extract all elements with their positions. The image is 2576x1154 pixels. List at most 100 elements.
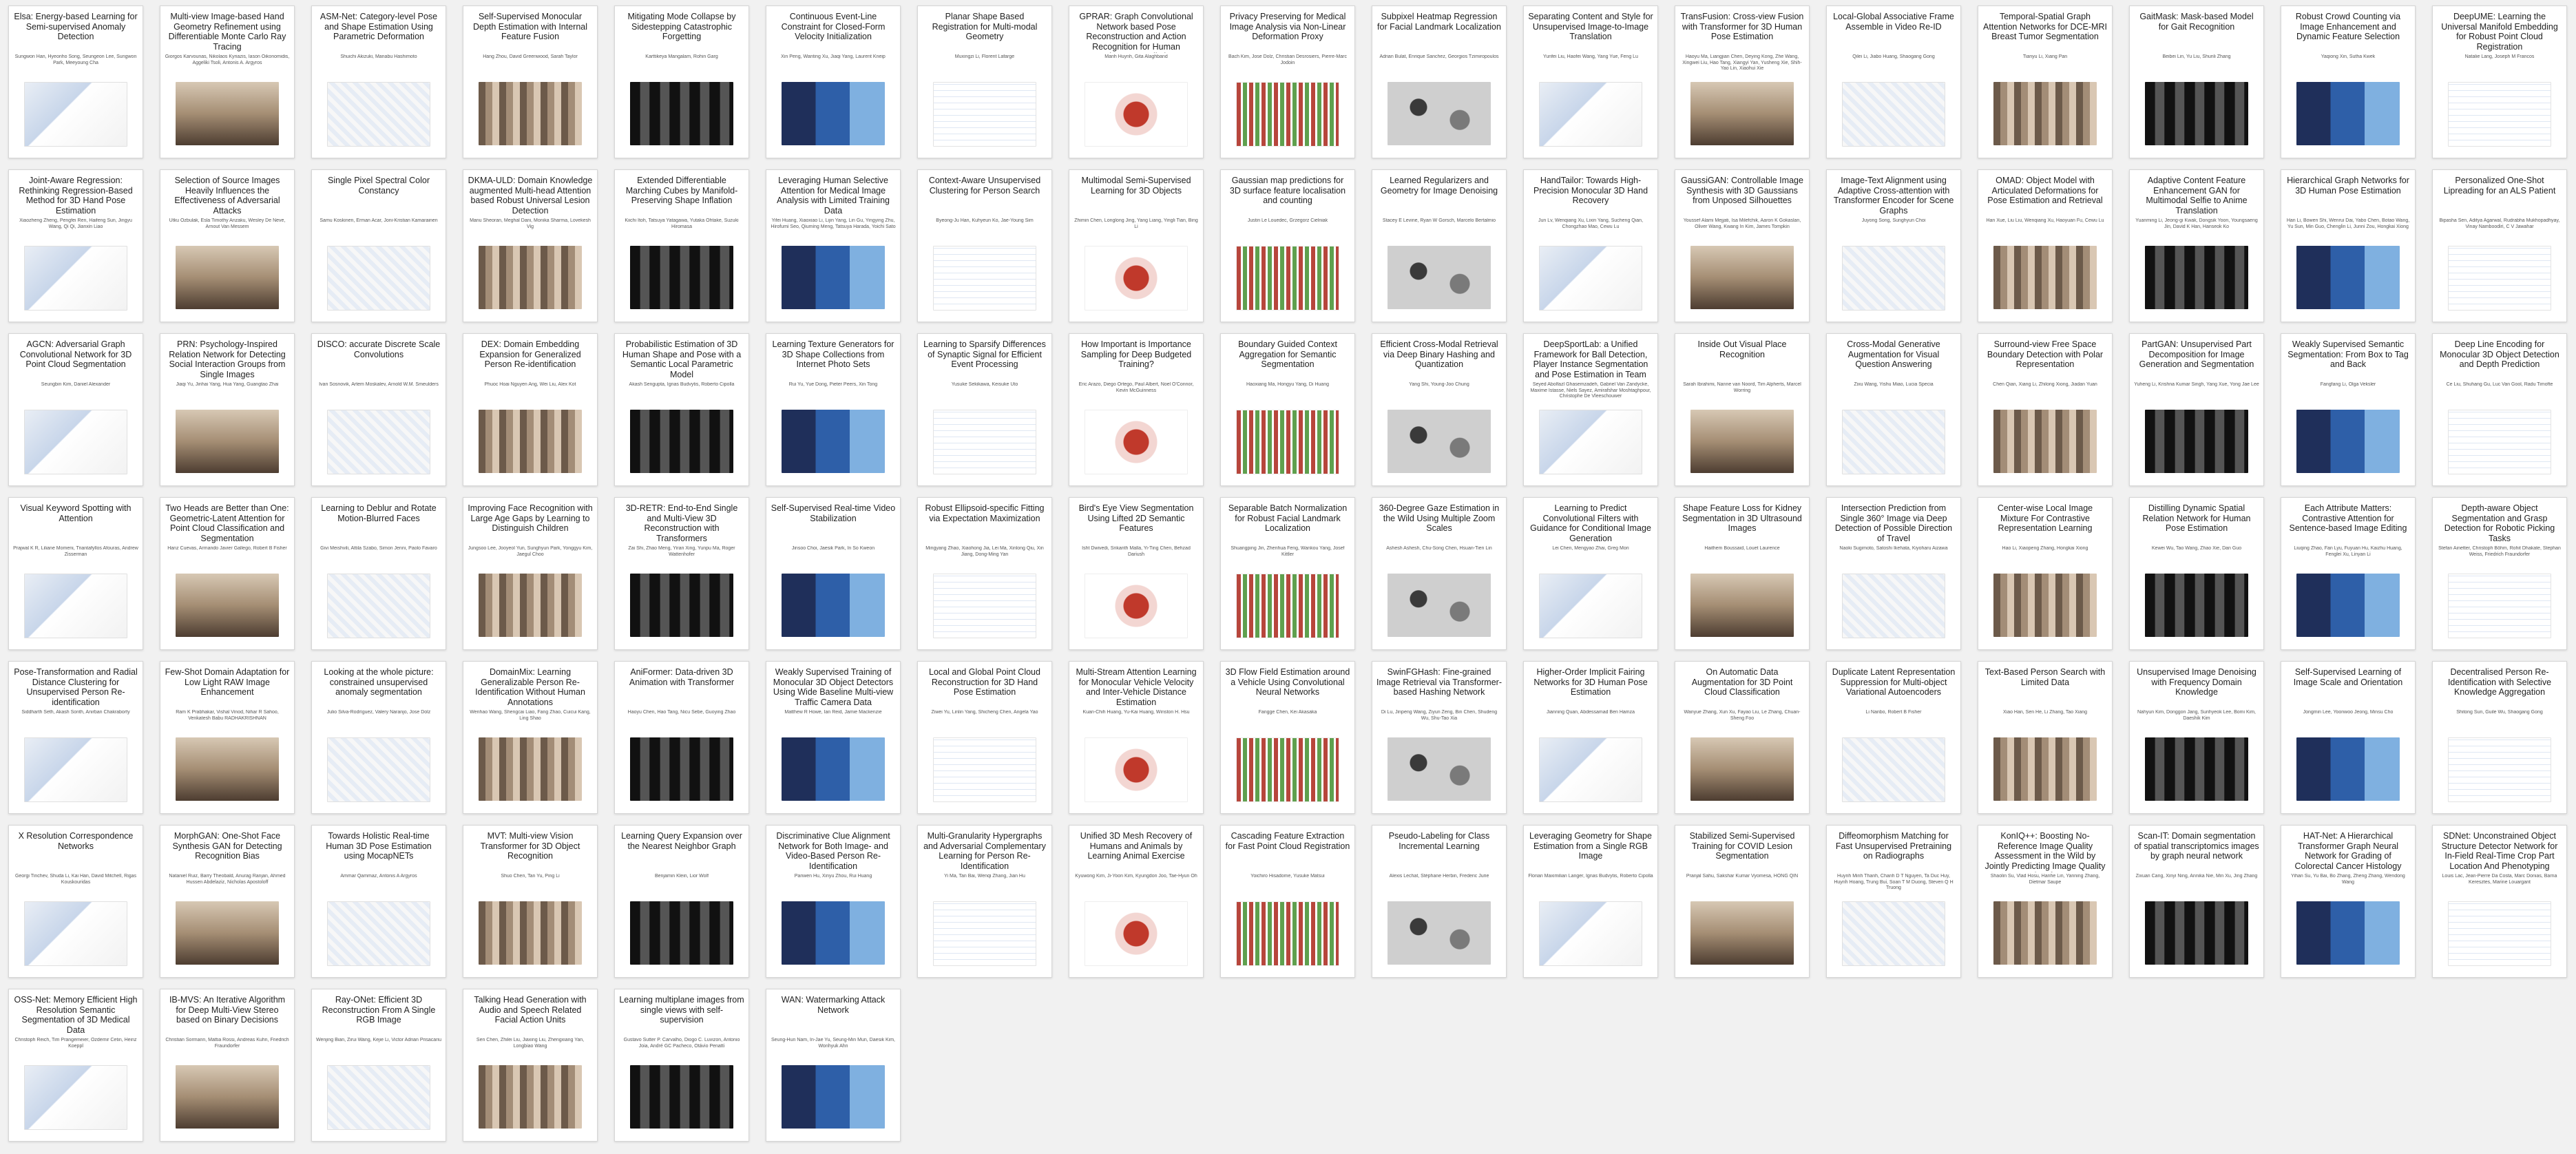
paper-card[interactable]: Learning to Predict Convolutional Filter…: [1523, 497, 1658, 650]
paper-card[interactable]: Depth-aware Object Segmentation and Gras…: [2432, 497, 2567, 650]
paper-card[interactable]: Self-Supervised Learning of Image Scale …: [2281, 661, 2416, 814]
paper-card[interactable]: Weakly Supervised Training of Monocular …: [766, 661, 901, 814]
paper-card[interactable]: Multi-Stream Attention Learning for Mono…: [1069, 661, 1204, 814]
paper-card[interactable]: GPRAR: Graph Convolutional Network based…: [1069, 6, 1204, 158]
paper-card[interactable]: Multi-Granularity Hypergraphs and Advers…: [917, 825, 1052, 978]
paper-card[interactable]: Separable Batch Normalization for Robust…: [1220, 497, 1355, 650]
paper-card[interactable]: Scan-IT: Domain segmentation of spatial …: [2129, 825, 2264, 978]
paper-card[interactable]: SwinFGHash: Fine-grained Image Retrieval…: [1372, 661, 1507, 814]
paper-card[interactable]: Personalized One-Shot Lipreading for an …: [2432, 169, 2567, 322]
paper-card[interactable]: Joint-Aware Regression: Rethinking Regre…: [8, 169, 143, 322]
paper-card[interactable]: Learned Regularizers and Geometry for Im…: [1372, 169, 1507, 322]
paper-card[interactable]: Cross-Modal Generative Augmentation for …: [1826, 333, 1961, 486]
paper-card[interactable]: 360-Degree Gaze Estimation in the Wild U…: [1372, 497, 1507, 650]
paper-card[interactable]: Single Pixel Spectral Color Constancy Sa…: [311, 169, 446, 322]
paper-card[interactable]: OSS-Net: Memory Efficient High Resolutio…: [8, 989, 143, 1142]
paper-card[interactable]: Intersection Prediction from Single 360°…: [1826, 497, 1961, 650]
paper-card[interactable]: Subpixel Heatmap Regression for Facial L…: [1372, 6, 1507, 158]
paper-card[interactable]: Learning Texture Generators for 3D Shape…: [766, 333, 901, 486]
paper-card[interactable]: IB-MVS: An Iterative Algorithm for Deep …: [160, 989, 295, 1142]
paper-card[interactable]: Pseudo-Labeling for Class Incremental Le…: [1372, 825, 1507, 978]
paper-card[interactable]: OMAD: Object Model with Articulated Defo…: [1978, 169, 2113, 322]
paper-card[interactable]: Self-Supervised Monocular Depth Estimati…: [463, 6, 598, 158]
paper-card[interactable]: Talking Head Generation with Audio and S…: [463, 989, 598, 1142]
paper-card[interactable]: Context-Aware Unsupervised Clustering fo…: [917, 169, 1052, 322]
paper-card[interactable]: Duplicate Latent Representation Suppress…: [1826, 661, 1961, 814]
paper-card[interactable]: Adaptive Content Feature Enhancement GAN…: [2129, 169, 2264, 322]
paper-card[interactable]: Cascading Feature Extraction for Fast Po…: [1220, 825, 1355, 978]
paper-card[interactable]: Local-Global Associative Frame Assemble …: [1826, 6, 1961, 158]
paper-card[interactable]: Deep Line Encoding for Monocular 3D Obje…: [2432, 333, 2567, 486]
paper-card[interactable]: MorphGAN: One-Shot Face Synthesis GAN fo…: [160, 825, 295, 978]
paper-card[interactable]: Towards Holistic Real-time Human 3D Pose…: [311, 825, 446, 978]
paper-card[interactable]: Shape Feature Loss for Kidney Segmentati…: [1675, 497, 1810, 650]
paper-card[interactable]: Multi-view Image-based Hand Geometry Ref…: [160, 6, 295, 158]
paper-card[interactable]: DISCO: accurate Discrete Scale Convoluti…: [311, 333, 446, 486]
paper-card[interactable]: 3D Flow Field Estimation around a Vehicl…: [1220, 661, 1355, 814]
paper-card[interactable]: Multimodal Semi-Supervised Learning for …: [1069, 169, 1204, 322]
paper-card[interactable]: Two Heads are Better than One: Geometric…: [160, 497, 295, 650]
paper-card[interactable]: Continuous Event-Line Constraint for Clo…: [766, 6, 901, 158]
paper-card[interactable]: Learning to Deblur and Rotate Motion-Blu…: [311, 497, 446, 650]
paper-card[interactable]: Elsa: Energy-based Learning for Semi-sup…: [8, 6, 143, 158]
paper-card[interactable]: Center-wise Local Image Mixture For Cont…: [1978, 497, 2113, 650]
paper-card[interactable]: Text-Based Person Search with Limited Da…: [1978, 661, 2113, 814]
paper-card[interactable]: Learning Query Expansion over the Neares…: [614, 825, 749, 978]
paper-card[interactable]: Diffeomorphism Matching for Fast Unsuper…: [1826, 825, 1961, 978]
paper-card[interactable]: HandTailor: Towards High-Precision Monoc…: [1523, 169, 1658, 322]
paper-card[interactable]: Inside Out Visual Place Recognition Sara…: [1675, 333, 1810, 486]
paper-card[interactable]: Robust Crowd Counting via Image Enhancem…: [2281, 6, 2416, 158]
paper-card[interactable]: Each Attribute Matters: Contrastive Atte…: [2281, 497, 2416, 650]
paper-card[interactable]: PartGAN: Unsupervised Part Decomposition…: [2129, 333, 2264, 486]
paper-card[interactable]: Learning to Sparsify Differences of Syna…: [917, 333, 1052, 486]
paper-card[interactable]: GaussiGAN: Controllable Image Synthesis …: [1675, 169, 1810, 322]
paper-card[interactable]: KonIQ++: Boosting No-Reference Image Qua…: [1978, 825, 2113, 978]
paper-card[interactable]: Image-Text Alignment using Adaptive Cros…: [1826, 169, 1961, 322]
paper-card[interactable]: Extended Differentiable Marching Cubes b…: [614, 169, 749, 322]
paper-card[interactable]: MVT: Multi-view Vision Transformer for 3…: [463, 825, 598, 978]
paper-card[interactable]: SDNet: Unconstrained Object Structure De…: [2432, 825, 2567, 978]
paper-card[interactable]: DeepUME: Learning the Universal Manifold…: [2432, 6, 2567, 158]
paper-card[interactable]: TransFusion: Cross-view Fusion with Tran…: [1675, 6, 1810, 158]
paper-card[interactable]: Robust Ellipsoid-specific Fitting via Ex…: [917, 497, 1052, 650]
paper-card[interactable]: Local and Global Point Cloud Reconstruct…: [917, 661, 1052, 814]
paper-card[interactable]: Distilling Dynamic Spatial Relation Netw…: [2129, 497, 2264, 650]
paper-card[interactable]: Ray-ONet: Efficient 3D Reconstruction Fr…: [311, 989, 446, 1142]
paper-card[interactable]: 3D-RETR: End-to-End Single and Multi-Vie…: [614, 497, 749, 650]
paper-card[interactable]: Higher-Order Implicit Fairing Networks f…: [1523, 661, 1658, 814]
paper-card[interactable]: Hierarchical Graph Networks for 3D Human…: [2281, 169, 2416, 322]
paper-card[interactable]: Few-Shot Domain Adaptation for Low Light…: [160, 661, 295, 814]
paper-card[interactable]: DeepSportLab: a Unified Framework for Ba…: [1523, 333, 1658, 486]
paper-card[interactable]: PRN: Psychology-Inspired Relation Networ…: [160, 333, 295, 486]
paper-card[interactable]: Boundary Guided Context Aggregation for …: [1220, 333, 1355, 486]
paper-card[interactable]: Looking at the whole picture: constraine…: [311, 661, 446, 814]
paper-card[interactable]: DKMA-ULD: Domain Knowledge augmented Mul…: [463, 169, 598, 322]
paper-card[interactable]: Improving Face Recognition with Large Ag…: [463, 497, 598, 650]
paper-card[interactable]: Gaussian map predictions for 3D surface …: [1220, 169, 1355, 322]
paper-card[interactable]: Leveraging Human Selective Attention for…: [766, 169, 901, 322]
paper-card[interactable]: Surround-view Free Space Boundary Detect…: [1978, 333, 2113, 486]
paper-card[interactable]: Self-Supervised Real-time Video Stabiliz…: [766, 497, 901, 650]
paper-card[interactable]: Weakly Supervised Semantic Segmentation:…: [2281, 333, 2416, 486]
paper-card[interactable]: How Important is Importance Sampling for…: [1069, 333, 1204, 486]
paper-card[interactable]: Unified 3D Mesh Recovery of Humans and A…: [1069, 825, 1204, 978]
paper-card[interactable]: Pose-Transformation and Radial Distance …: [8, 661, 143, 814]
paper-card[interactable]: GaitMask: Mask-based Model for Gait Reco…: [2129, 6, 2264, 158]
paper-card[interactable]: Probabilistic Estimation of 3D Human Sha…: [614, 333, 749, 486]
paper-card[interactable]: Selection of Source Images Heavily Influ…: [160, 169, 295, 322]
paper-card[interactable]: X Resolution Correspondence Networks Geo…: [8, 825, 143, 978]
paper-card[interactable]: Planar Shape Based Registration for Mult…: [917, 6, 1052, 158]
paper-card[interactable]: Privacy Preserving for Medical Image Ana…: [1220, 6, 1355, 158]
paper-card[interactable]: DomainMix: Learning Generalizable Person…: [463, 661, 598, 814]
paper-card[interactable]: Bird's Eye View Segmentation Using Lifte…: [1069, 497, 1204, 650]
paper-card[interactable]: ASM-Net: Category-level Pose and Shape E…: [311, 6, 446, 158]
paper-card[interactable]: On Automatic Data Augmentation for 3D Po…: [1675, 661, 1810, 814]
paper-card[interactable]: Visual Keyword Spotting with Attention P…: [8, 497, 143, 650]
paper-card[interactable]: AGCN: Adversarial Graph Convolutional Ne…: [8, 333, 143, 486]
paper-card[interactable]: Decentralised Person Re-Identification w…: [2432, 661, 2567, 814]
paper-card[interactable]: Stabilized Semi-Supervised Training for …: [1675, 825, 1810, 978]
paper-card[interactable]: Efficient Cross-Modal Retrieval via Deep…: [1372, 333, 1507, 486]
paper-card[interactable]: Discriminative Clue Alignment Network fo…: [766, 825, 901, 978]
paper-card[interactable]: Mitigating Mode Collapse by Sidestepping…: [614, 6, 749, 158]
paper-card[interactable]: WAN: Watermarking Attack Network Seung-H…: [766, 989, 901, 1142]
